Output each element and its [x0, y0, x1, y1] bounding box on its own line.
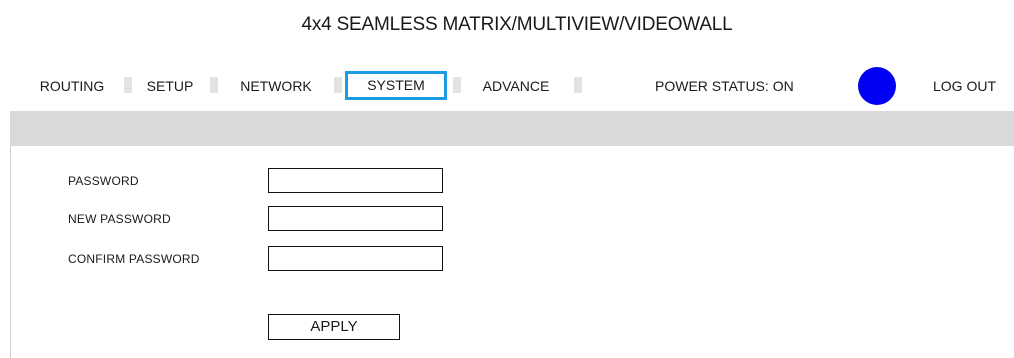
tab-routing[interactable]: ROUTING	[28, 74, 116, 98]
section-header-bar	[10, 111, 1014, 146]
system-settings-page: 4x4 SEAMLESS MATRIX/MULTIVIEW/VIDEOWALL …	[0, 0, 1014, 358]
tab-separator	[210, 77, 218, 93]
power-status-text: POWER STATUS: ON	[655, 78, 794, 94]
apply-button[interactable]: APPLY	[268, 314, 400, 340]
tab-separator	[453, 77, 461, 93]
confirm-password-label: CONFIRM PASSWORD	[68, 252, 200, 266]
power-indicator-icon[interactable]	[858, 67, 896, 105]
password-label: PASSWORD	[68, 174, 139, 188]
new-password-label: NEW PASSWORD	[68, 212, 171, 226]
new-password-field[interactable]	[268, 206, 443, 231]
tab-advance[interactable]: ADVANCE	[467, 74, 565, 98]
content-divider	[10, 146, 11, 358]
tab-system[interactable]: SYSTEM	[345, 71, 447, 100]
app-title: 4x4 SEAMLESS MATRIX/MULTIVIEW/VIDEOWALL	[301, 14, 733, 35]
tab-setup[interactable]: SETUP	[138, 74, 202, 98]
tab-separator	[334, 77, 342, 93]
tab-network[interactable]: NETWORK	[226, 74, 326, 98]
tab-separator	[574, 77, 582, 93]
password-field[interactable]	[268, 168, 443, 193]
top-nav: ROUTING SETUP NETWORK SYSTEM ADVANCE POW…	[0, 67, 1014, 105]
confirm-password-field[interactable]	[268, 246, 443, 271]
tab-separator	[124, 77, 132, 93]
logout-button[interactable]: LOG OUT	[933, 74, 996, 98]
